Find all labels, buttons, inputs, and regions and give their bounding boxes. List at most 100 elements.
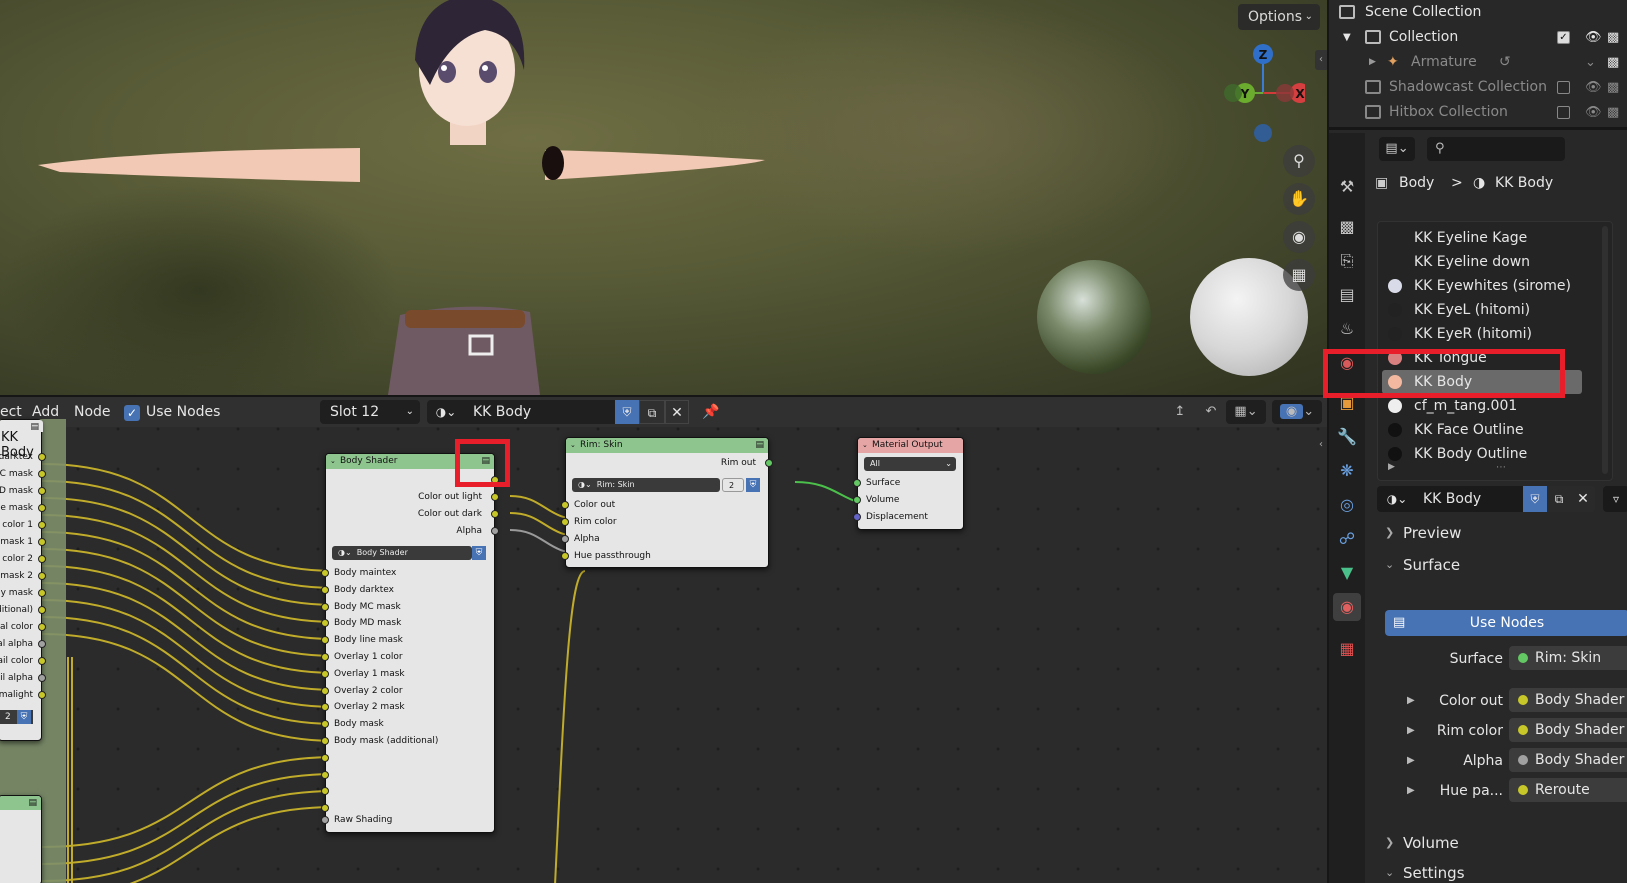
body-shader-node[interactable]: ⌄ Body Shader ▤ Color out light Color out… [321, 453, 499, 833]
input-socket[interactable] [561, 518, 569, 526]
scene-icon[interactable]: ♨ [1333, 315, 1361, 343]
material-slot-item[interactable]: KK Face Outline [1378, 418, 1612, 442]
output-socket[interactable] [38, 555, 46, 563]
output-socket[interactable] [38, 657, 46, 665]
parent-node-tree-icon[interactable]: ↥ [1168, 400, 1192, 424]
material-slot-item[interactable]: KK Eyewhites (sirome) [1378, 274, 1612, 298]
input-socket[interactable] [321, 602, 329, 611]
output-socket[interactable] [38, 504, 46, 512]
input-socket[interactable] [853, 479, 861, 487]
collapse-icon[interactable]: ⌄ [570, 438, 576, 453]
snap-target-dropdown[interactable]: ▦⌄ [1226, 400, 1266, 424]
particles-icon[interactable]: ❋ [1333, 457, 1361, 485]
navigation-gizmo[interactable]: Z X Y [1215, 38, 1305, 148]
eye-icon[interactable]: ⌄ [1585, 50, 1596, 75]
output-socket[interactable] [38, 606, 46, 614]
fake-user-shield-icon[interactable]: ⛨ [615, 400, 639, 424]
output-socket[interactable] [38, 640, 46, 648]
editor-type-icon[interactable]: ▤⌄ [1379, 137, 1415, 161]
duplicate-material-icon[interactable]: ⧉ [639, 400, 665, 424]
collapse-icon[interactable]: ⌄ [862, 438, 868, 453]
options-dropdown[interactable]: Options ⌄ [1238, 4, 1320, 30]
output-icon[interactable]: ⎘ [1333, 247, 1361, 275]
expand-arrow-icon[interactable]: ▶ [1407, 778, 1415, 804]
material-name-field[interactable]: KK Body [1417, 486, 1523, 512]
output-socket[interactable] [491, 510, 499, 518]
eye-icon[interactable]: 👁 [1585, 75, 1602, 100]
filter-icon[interactable]: ▿ [1603, 486, 1627, 512]
zoom-icon[interactable]: ⚲ [1283, 145, 1315, 177]
modifier-wrench-icon[interactable]: 🔧 [1333, 423, 1361, 451]
texture-group-node-2[interactable]: ▤ [0, 795, 42, 883]
slot-dropdown[interactable]: Slot 12 ⌄ [320, 400, 420, 424]
output-socket[interactable] [491, 493, 499, 501]
exclude-checkbox[interactable]: ✓ [1557, 31, 1570, 44]
input-link-field[interactable]: Body Shader [1509, 748, 1627, 772]
monitor-icon[interactable]: ▩ [1607, 50, 1619, 75]
use-nodes-button[interactable]: ▤ Use Nodes [1385, 610, 1627, 636]
pan-hand-icon[interactable]: ✋ [1283, 183, 1315, 215]
material-slot-item[interactable]: KK EyeL (hitomi) [1378, 298, 1612, 322]
exclude-checkbox[interactable] [1557, 106, 1570, 119]
node-header[interactable]: ⌄ Rim: Skin ▤ [566, 438, 768, 453]
overlays-dropdown[interactable]: ◉ ⌄ [1272, 400, 1322, 424]
node-header[interactable]: ⌄ Material Output [858, 438, 963, 453]
input-socket[interactable] [561, 501, 569, 509]
input-socket[interactable] [321, 585, 329, 594]
input-socket[interactable] [321, 720, 329, 729]
list-expand-arrow-icon[interactable]: ▶ [1388, 462, 1395, 472]
input-link-field[interactable]: Reroute [1509, 778, 1627, 802]
input-socket[interactable] [321, 636, 329, 645]
group-icon[interactable]: ▤ [755, 438, 764, 453]
material-name-field[interactable]: KK Body [465, 400, 615, 424]
fake-user-shield-icon[interactable]: ⛨ [1523, 486, 1547, 512]
group-users-count[interactable]: 2 [722, 478, 744, 492]
pin-icon[interactable]: 📌 [699, 400, 723, 424]
object-data-icon[interactable]: ▼ [1333, 559, 1361, 587]
output-socket[interactable] [38, 691, 46, 699]
outliner-row-armature[interactable]: ▶ ✦ Armature ↺ ⌄ ▩ [1329, 50, 1627, 75]
monitor-icon[interactable]: ▩ [1607, 75, 1619, 100]
duplicate-material-icon[interactable]: ⧉ [1547, 486, 1571, 512]
expand-arrow-icon[interactable]: ▶ [1407, 718, 1415, 744]
outliner-row-hitbox[interactable]: Hitbox Collection 👁 ▩ [1329, 100, 1627, 125]
input-socket[interactable] [321, 787, 329, 796]
camera-icon[interactable]: ◉ [1283, 221, 1315, 253]
view-layer-icon[interactable]: ▤ [1333, 281, 1361, 309]
input-socket[interactable] [321, 569, 329, 577]
physics-icon[interactable]: ◎ [1333, 491, 1361, 519]
material-output-node[interactable]: ⌄ Material Output All ⌄ Surface Volume Disp… [853, 437, 964, 530]
material-slot-item[interactable]: KK EyeR (hitomi) [1378, 322, 1612, 346]
properties-search-input[interactable]: ⚲ [1427, 137, 1565, 161]
fake-user-shield-icon[interactable]: ⛨ [746, 478, 760, 492]
input-socket[interactable] [321, 816, 329, 824]
input-socket[interactable] [321, 703, 329, 712]
input-socket[interactable] [561, 552, 569, 560]
input-socket[interactable] [321, 686, 329, 695]
use-nodes-checkbox[interactable]: ✓ [124, 405, 140, 421]
fake-user-shield-icon[interactable]: ⛨ [17, 710, 31, 724]
texture-group-node[interactable]: ▤ KK Body y darktexMC maskMD maskne mask… [0, 419, 46, 741]
monitor-icon[interactable]: ▩ [1607, 25, 1619, 50]
list-scrollbar[interactable] [1602, 226, 1608, 474]
perspective-grid-icon[interactable]: ▦ [1283, 259, 1315, 291]
output-socket[interactable] [38, 674, 46, 682]
target-dropdown[interactable]: All ⌄ [864, 457, 956, 471]
monitor-icon[interactable]: ▩ [1607, 100, 1619, 125]
snap-icon[interactable]: ↶ [1198, 400, 1224, 424]
output-socket[interactable] [491, 527, 499, 535]
material-sphere-icon[interactable]: ◑⌄ [1377, 486, 1417, 512]
expand-arrow-icon[interactable]: ▼ [1343, 25, 1351, 50]
texture-icon[interactable]: ▦ [1333, 635, 1361, 663]
output-socket[interactable] [38, 487, 46, 495]
input-link-field[interactable]: Rim: Skin [1509, 646, 1627, 670]
sidebar-toggle-arrow[interactable]: ‹ [1315, 50, 1327, 70]
input-socket[interactable] [853, 496, 861, 504]
input-link-field[interactable]: Body Shader [1509, 718, 1627, 742]
render-icon[interactable]: ▩ [1333, 213, 1361, 241]
material-icon[interactable]: ◉ [1333, 593, 1361, 621]
fake-user-shield-icon[interactable]: ⛨ [472, 546, 486, 560]
panel-volume-header[interactable]: ❯ Volume [1377, 828, 1627, 858]
expand-arrow-icon[interactable]: ▶ [1407, 688, 1415, 714]
sidebar-toggle-arrow[interactable]: ‹ [1315, 435, 1327, 455]
